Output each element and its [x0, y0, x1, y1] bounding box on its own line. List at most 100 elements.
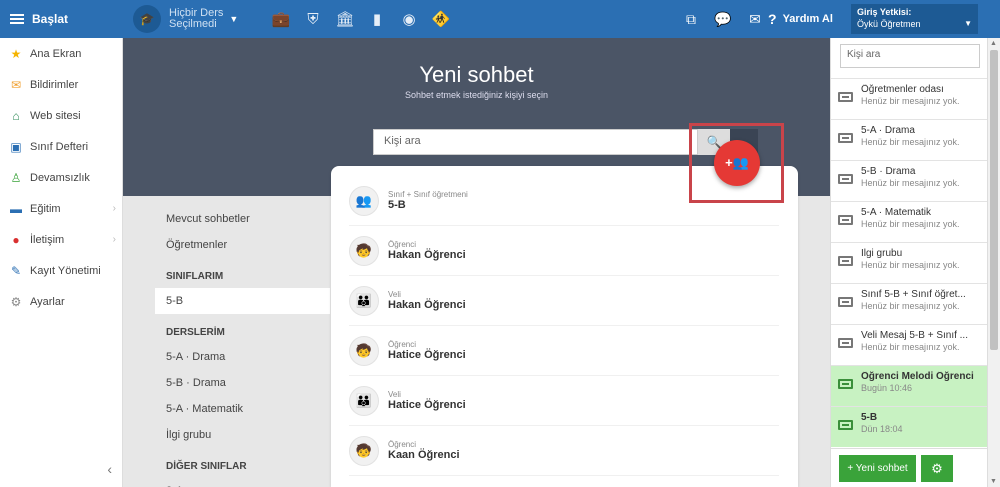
contact-role: Veli: [388, 290, 401, 299]
chat-icon: [838, 133, 853, 143]
sidebar-item-web-sitesi[interactable]: ⌂ Web sitesi: [0, 100, 122, 131]
list-item-5b[interactable]: 5-B: [155, 288, 330, 314]
gear-icon: ⚙: [10, 294, 22, 309]
chat-list-item[interactable]: Öğretmenler odası Henüz bir mesajınız yok…: [831, 78, 988, 119]
chevron-down-icon: ▼: [229, 14, 239, 24]
chat-title: 5-A · Matematik: [861, 207, 932, 218]
section-heading-derslerim: DERSLERİM: [166, 327, 225, 338]
page-scrollbar[interactable]: ▲ ▼: [987, 38, 1000, 487]
compass-icon[interactable]: ◉: [393, 10, 425, 28]
contact-name: Hatice Öğrenci: [388, 399, 466, 411]
sidebar-item-bildirimler[interactable]: ✉ Bildirimler: [0, 69, 122, 100]
chat-status: Henüz bir mesajınız yok.: [861, 137, 960, 147]
chat-icon: [838, 338, 853, 348]
contact-role: Veli: [388, 390, 401, 399]
sidebar-item-label: Ana Ekran: [30, 47, 82, 60]
chat-list-item[interactable]: Sınıf 5-B + Sınıf öğret... Henüz bir mesa…: [831, 283, 988, 324]
scroll-up-icon[interactable]: ▲: [990, 40, 997, 47]
contact-row[interactable]: 🧒 Öğrenci Kaan Öğrenci: [349, 426, 779, 476]
section-heading-diger-siniflar: DİĞER SINIFLAR: [166, 461, 247, 472]
mail-icon[interactable]: ✉: [739, 11, 771, 28]
list-item-ilgi-grubu[interactable]: İlgi grubu: [155, 422, 330, 448]
role-selector[interactable]: Giriş Yetkisi: Öykü Öğretmen ▼: [851, 4, 978, 34]
section-heading-siniflarim: SINIFLARIM: [166, 271, 224, 282]
student-icon: 🧒: [349, 335, 379, 366]
briefcase-icon[interactable]: 💼: [265, 10, 297, 28]
chat-bubbles-icon[interactable]: 💬: [707, 11, 739, 28]
new-chat-button[interactable]: + Yeni sohbet: [839, 455, 916, 482]
sidebar-item-egitim[interactable]: ▬ Eğitim ›: [0, 193, 122, 224]
screen-share-icon[interactable]: ⧉: [675, 11, 707, 28]
contact-search-input[interactable]: Kişi ara: [373, 129, 698, 155]
chat-list-item[interactable]: İlgi grubu Henüz bir mesajınız yok.: [831, 242, 988, 283]
contact-name: 5-B: [388, 199, 406, 211]
contact-row[interactable]: 👪 Veli Hakan Öğrenci: [349, 276, 779, 326]
chat-list-item[interactable]: Veli Mesaj 5-B + Sınıf ... Henüz bir mesa…: [831, 324, 988, 365]
scroll-down-icon[interactable]: ▼: [990, 478, 997, 485]
chat-status: Henüz bir mesajınız yok.: [861, 301, 960, 311]
contact-row[interactable]: 🧒 Öğrenci Hatice Öğrenci: [349, 326, 779, 376]
sidebar-item-sinif-defteri[interactable]: ▣ Sınıf Defteri: [0, 131, 122, 162]
collapse-sidebar-icon[interactable]: ‹: [107, 461, 112, 477]
list-item-5b-drama[interactable]: 5-B · Drama: [155, 370, 330, 396]
sidebar-item-label: Eğitim: [30, 202, 61, 215]
institution-icon[interactable]: 🏛: [329, 10, 361, 28]
start-menu-button[interactable]: Başlat: [0, 0, 123, 38]
contact-name: Kaan Öğrenci: [388, 449, 460, 461]
contact-row[interactable]: 🧒 Öğrenci Hakan Öğrenci: [349, 226, 779, 276]
chat-icon: [838, 215, 853, 225]
page-title: Yeni sohbet: [419, 62, 534, 87]
page-subtitle: Sohbet etmek istediğiniz kişiyi seçin: [404, 90, 549, 100]
sidebar-item-iletisim[interactable]: ● İletişim ›: [0, 224, 122, 255]
module-icons: 💼 ⛨ 🏛 ▮ ◉ 🚸: [265, 0, 457, 38]
top-bar: Başlat 🎓 Hiçbir Ders Seçilmedi ▼ 💼 ⛨ 🏛 ▮…: [0, 0, 1000, 38]
chat-list-item[interactable]: 5-B · Drama Henüz bir mesajınız yok.: [831, 160, 988, 201]
chat-panel-footer: + Yeni sohbet ⚙: [831, 448, 988, 487]
person-icon: ♙: [10, 170, 22, 185]
chat-list-item[interactable]: Öğrenci Melodi Öğrenci Bugün 10:46: [831, 365, 988, 406]
help-button[interactable]: ? Yardım Al: [768, 0, 833, 38]
list-item-ogretmenler[interactable]: Öğretmenler: [155, 232, 330, 258]
sidebar-item-kayit-yonetimi[interactable]: ✎ Kayıt Yönetimi: [0, 255, 122, 286]
list-item-2a[interactable]: 2-A: [155, 478, 330, 487]
role-label: Giriş Yetkisi:: [857, 7, 912, 17]
course-selector[interactable]: 🎓 Hiçbir Ders Seçilmedi ▼: [133, 5, 238, 33]
list-item-mevcut-sohbetler[interactable]: Mevcut sohbetler: [155, 206, 330, 232]
hamburger-icon: [10, 12, 24, 26]
chat-status: Bugün 10:46: [861, 383, 913, 393]
gear-icon[interactable]: ⚙: [921, 455, 953, 482]
chat-status: Henüz bir mesajınız yok.: [861, 219, 960, 229]
role-value: Öykü Öğretmen: [857, 19, 921, 29]
contact-role: Sınıf + Sınıf öğretmeni: [388, 190, 468, 199]
chat-list-item[interactable]: 5-B Dün 18:04: [831, 406, 988, 447]
contact-row[interactable]: 👪 Veli Hatice Öğrenci: [349, 376, 779, 426]
question-icon: ?: [768, 11, 777, 27]
students-icon[interactable]: 🚸: [425, 10, 457, 28]
chat-icon: [838, 297, 853, 307]
house-icon: ⌂: [12, 108, 20, 123]
sidebar-item-label: İletişim: [30, 233, 65, 246]
scrollbar-thumb[interactable]: [990, 50, 998, 350]
parent-icon: 👪: [349, 385, 379, 416]
parent-icon: 👪: [349, 285, 379, 316]
chat-status: Dün 18:04: [861, 424, 903, 434]
chat-list-panel: Kişi ara Öğretmenler odası Henüz bir mesa…: [830, 38, 988, 487]
student-icon: 🧒: [349, 435, 379, 466]
sidebar-item-label: Kayıt Yönetimi: [30, 264, 101, 277]
list-item-5a-matematik[interactable]: 5-A · Matematik: [155, 396, 330, 422]
list-item-5a-drama[interactable]: 5-A · Drama: [155, 344, 330, 370]
add-group-chat-button[interactable]: +👥: [714, 140, 760, 186]
left-sidebar: ★ Ana Ekran ✉ Bildirimler ⌂ Web sitesi ▣ Sın…: [0, 38, 123, 487]
sidebar-item-ayarlar[interactable]: ⚙ Ayarlar: [0, 286, 122, 317]
chat-search-input[interactable]: Kişi ara: [840, 44, 980, 68]
shield-icon[interactable]: ⛨: [297, 11, 329, 28]
chat-list-item[interactable]: 5-A · Matematik Henüz bir mesajınız yok.: [831, 201, 988, 242]
contact-name: Hakan Öğrenci: [388, 299, 466, 311]
sidebar-item-ana-ekran[interactable]: ★ Ana Ekran: [0, 38, 122, 69]
bar-chart-icon[interactable]: ▮: [361, 10, 393, 28]
sidebar-item-label: Ayarlar: [30, 295, 65, 308]
sidebar-item-devamsizlik[interactable]: ♙ Devamsızlık: [0, 162, 122, 193]
chevron-right-icon: ›: [112, 203, 116, 214]
chat-list-item[interactable]: 5-A · Drama Henüz bir mesajınız yok.: [831, 119, 988, 160]
sidebar-item-label: Sınıf Defteri: [30, 140, 89, 153]
